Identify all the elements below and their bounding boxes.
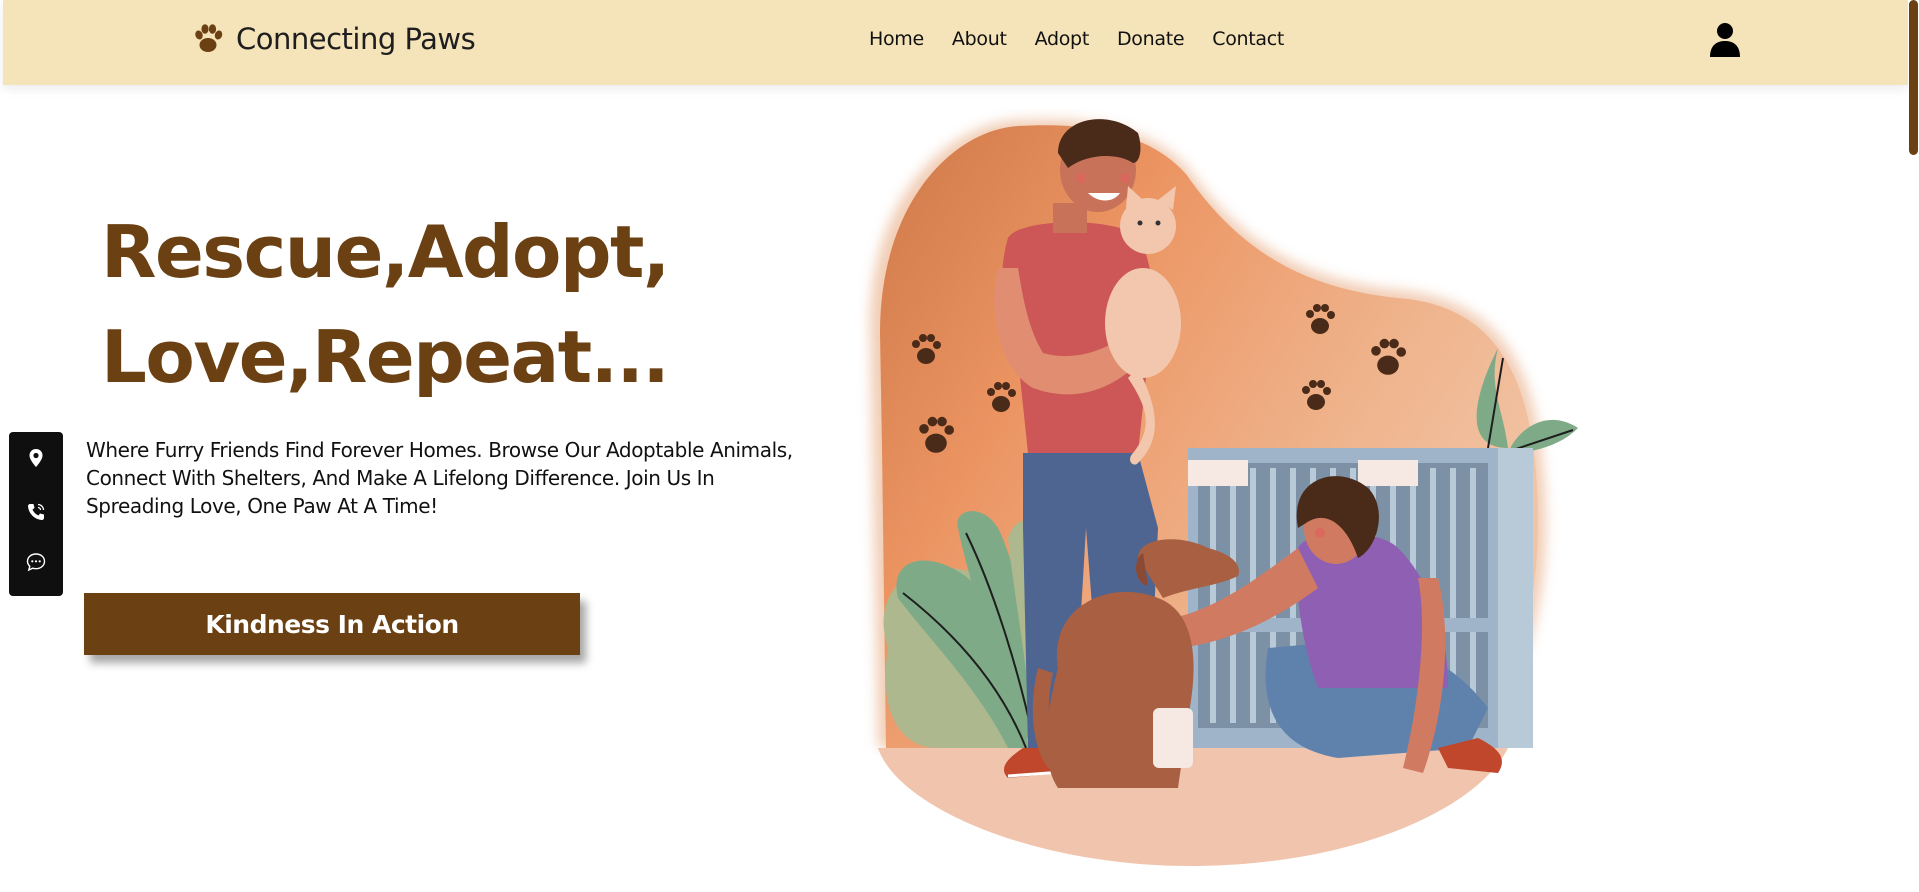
main-nav: Home About Adopt Donate Contact (869, 28, 1312, 50)
hero-title-line-2: Love,Repeat... (101, 315, 670, 399)
nav-donate[interactable]: Donate (1117, 28, 1185, 50)
paw-icon (195, 24, 223, 52)
hero-description: Where Furry Friends Find Forever Homes. … (86, 438, 793, 518)
nav-contact[interactable]: Contact (1212, 28, 1284, 50)
contact-sidebar (9, 432, 63, 596)
hero-title: Rescue,Adopt, Love,Repeat... (101, 200, 721, 410)
scrollbar-thumb[interactable] (1909, 0, 1918, 155)
brand-name: Connecting Paws (236, 22, 476, 56)
nav-adopt[interactable]: Adopt (1035, 28, 1090, 50)
nav-home[interactable]: Home (869, 28, 924, 50)
kindness-in-action-button[interactable]: Kindness In Action (84, 593, 580, 655)
page: Connecting Paws Home About Adopt Donate … (0, 0, 1919, 892)
site-header: Connecting Paws Home About Adopt Donate … (3, 0, 1908, 85)
location-pin-icon[interactable] (26, 448, 46, 468)
hero-illustration (869, 119, 1578, 867)
chat-icon[interactable] (26, 552, 46, 572)
phone-icon[interactable] (26, 502, 46, 522)
brand-logo[interactable]: Connecting Paws (191, 22, 476, 56)
hero-title-line-1: Rescue,Adopt, (101, 210, 670, 294)
user-icon[interactable] (1709, 22, 1741, 58)
scrollbar-track[interactable] (1908, 0, 1919, 892)
nav-about[interactable]: About (952, 28, 1007, 50)
